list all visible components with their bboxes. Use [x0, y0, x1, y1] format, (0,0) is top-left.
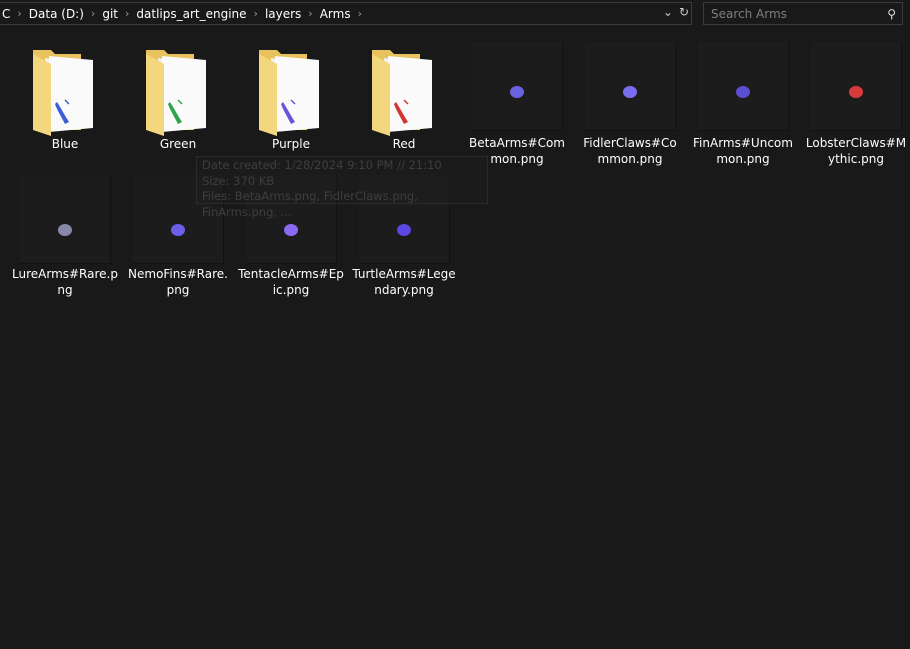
- image-preview-icon: [58, 224, 72, 236]
- folder-name: Purple: [272, 137, 310, 151]
- file-name-line1: TurtleArms#Lege: [352, 267, 456, 281]
- file-name: FidlerClaws#Co mmon.png: [575, 135, 685, 167]
- image-thumbnail: [585, 42, 676, 131]
- file-name-line2: ndary.png: [374, 283, 434, 297]
- chevron-right-icon: ›: [253, 7, 258, 20]
- file-name: NemoFins#Rare. png: [123, 266, 233, 298]
- file-name-line1: FinArms#Uncom: [693, 136, 793, 150]
- toolbar: C › Data (D:) › git › datlips_art_engine › l…: [0, 0, 910, 31]
- tooltip-size: Size: 370 KB: [202, 173, 275, 188]
- breadcrumb-data-drive[interactable]: Data (D:): [26, 7, 87, 21]
- chevron-right-icon[interactable]: ›: [354, 7, 366, 20]
- search-placeholder: Search Arms: [711, 6, 787, 21]
- file-name-line2: ythic.png: [828, 152, 884, 166]
- file-item[interactable]: LureArms#Rare.p ng: [10, 175, 120, 300]
- chevron-down-icon[interactable]: ⌄: [663, 5, 673, 19]
- folder-item[interactable]: Red: [349, 40, 459, 155]
- refresh-icon[interactable]: ↻: [679, 5, 689, 19]
- folder-item[interactable]: Green: [123, 40, 233, 155]
- file-item[interactable]: LobsterClaws#M ythic.png: [801, 42, 910, 167]
- file-name-line2: mmon.png: [597, 152, 663, 166]
- file-name-line2: png: [166, 283, 190, 297]
- chevron-right-icon: ›: [308, 7, 313, 20]
- file-name: LobsterClaws#M ythic.png: [801, 135, 910, 167]
- file-item[interactable]: BetaArms#Com mon.png: [462, 42, 572, 167]
- file-name-line2: mon.png: [716, 152, 770, 166]
- file-name: LureArms#Rare.p ng: [10, 266, 120, 298]
- file-name-line1: LureArms#Rare.p: [12, 267, 118, 281]
- folder-icon: [259, 50, 319, 136]
- folder-icon: [33, 50, 93, 136]
- image-thumbnail: [811, 42, 902, 131]
- breadcrumb-git[interactable]: git: [99, 7, 121, 21]
- address-bar[interactable]: C › Data (D:) › git › datlips_art_engine › l…: [0, 2, 692, 25]
- file-item[interactable]: FidlerClaws#Co mmon.png: [575, 42, 685, 167]
- search-icon[interactable]: ⚲: [887, 7, 902, 21]
- file-name-line1: NemoFins#Rare.: [128, 267, 228, 281]
- folder-name: Blue: [51, 137, 79, 151]
- folder-icon: [146, 50, 206, 136]
- file-name: FinArms#Uncom mon.png: [688, 135, 798, 167]
- image-preview-icon: [510, 86, 524, 98]
- chevron-right-icon: ›: [90, 7, 96, 20]
- file-item[interactable]: FinArms#Uncom mon.png: [688, 42, 798, 167]
- image-thumbnail: [20, 175, 111, 264]
- image-preview-icon: [736, 86, 750, 98]
- chevron-right-icon: ›: [124, 7, 130, 20]
- file-name-line2: ng: [57, 283, 73, 297]
- chevron-right-icon: ›: [17, 7, 22, 20]
- folder-name: Green: [159, 137, 197, 151]
- file-name: TentacleArms#Ep ic.png: [236, 266, 346, 298]
- file-name-line1: LobsterClaws#M: [805, 136, 907, 150]
- image-preview-icon: [623, 86, 637, 98]
- tooltip-date: Date created: 1/28/2024 9:10 PM // 21:10: [202, 158, 442, 172]
- image-preview-icon: [849, 86, 863, 98]
- folder-icon: [372, 50, 432, 136]
- tooltip-files: Files: BetaArms.png, FidlerClaws.png, Fi…: [202, 189, 418, 219]
- file-name-line1: TentacleArms#Ep: [238, 267, 344, 281]
- folder-name: Red: [392, 137, 416, 151]
- tooltip: Date created: 1/28/2024 9:10 PM // 21:10…: [196, 156, 488, 219]
- breadcrumb-arms[interactable]: Arms: [317, 7, 354, 21]
- breadcrumb-datlips[interactable]: datlips_art_engine: [133, 7, 249, 21]
- file-name: TurtleArms#Lege ndary.png: [349, 266, 459, 298]
- image-thumbnail: [698, 42, 789, 131]
- file-name-line1: FidlerClaws#Co: [583, 136, 677, 150]
- search-input[interactable]: Search Arms ⚲: [703, 2, 903, 25]
- file-name-line1: BetaArms#Com: [468, 136, 565, 150]
- folder-item[interactable]: Blue: [10, 40, 120, 155]
- file-name-line2: ic.png: [272, 283, 310, 297]
- image-thumbnail: [472, 42, 563, 131]
- folder-item[interactable]: Purple: [236, 40, 346, 155]
- breadcrumb-pc[interactable]: C: [0, 7, 13, 21]
- breadcrumb-layers[interactable]: layers: [262, 7, 304, 21]
